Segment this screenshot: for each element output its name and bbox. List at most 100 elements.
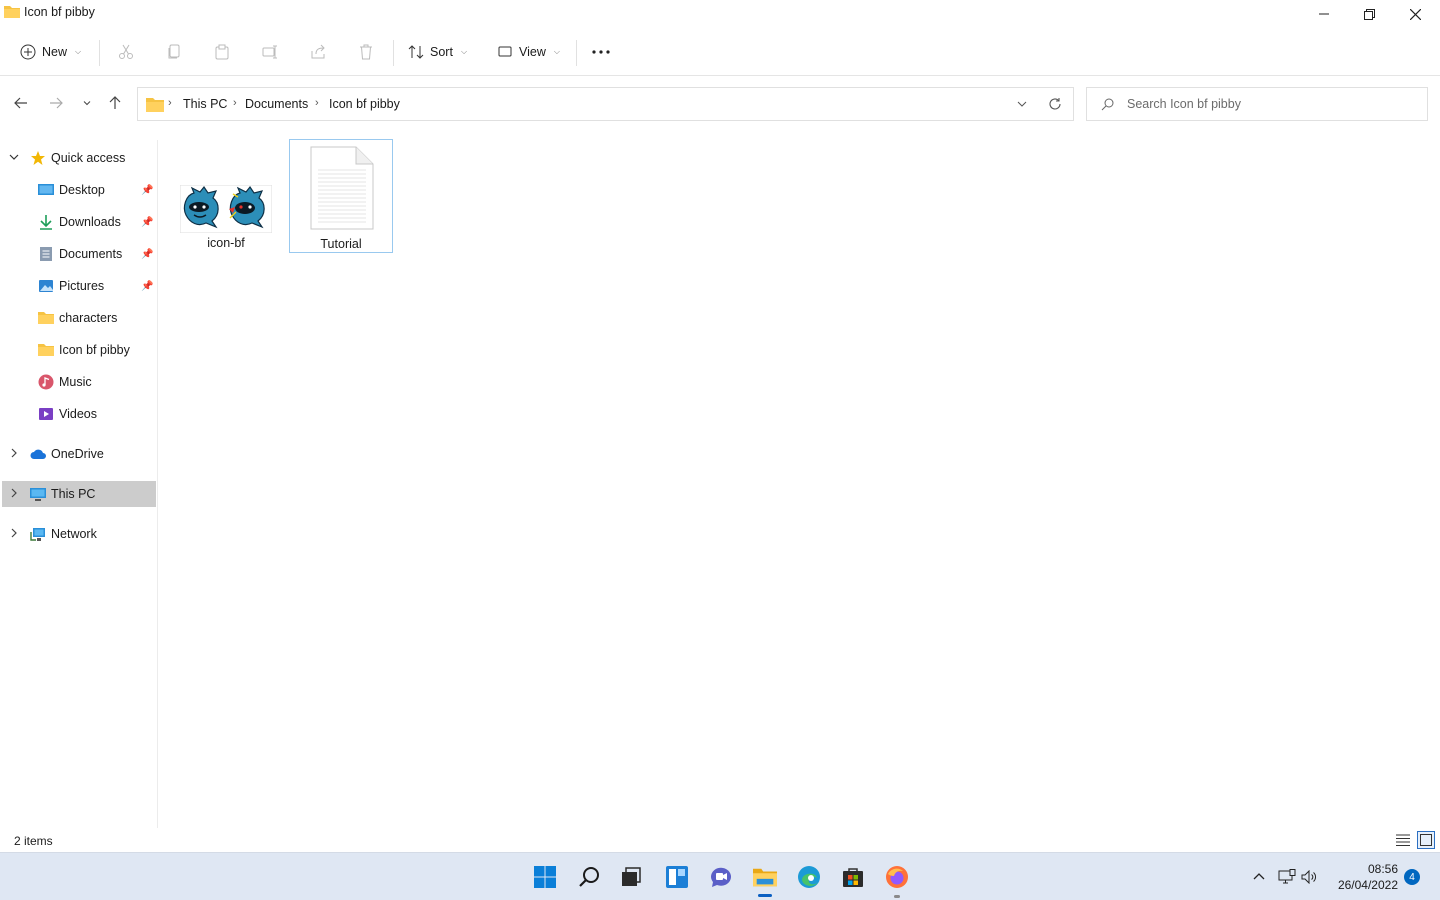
folder-icon [38, 344, 54, 356]
firefox-button[interactable] [885, 865, 909, 889]
more-button[interactable] [589, 40, 613, 64]
paste-button[interactable] [210, 40, 234, 64]
new-label: New [42, 45, 68, 59]
forward-button[interactable] [45, 92, 67, 114]
breadcrumb-this-pc[interactable]: This PC [183, 97, 227, 111]
star-icon [31, 151, 45, 165]
taskbar-search-button[interactable] [577, 865, 601, 889]
widgets-button[interactable] [665, 865, 689, 889]
delete-button[interactable] [354, 40, 378, 64]
command-bar: New ⌵ Sort ⌵ View ⌵ [0, 28, 1440, 76]
copy-icon [168, 44, 180, 59]
view-button[interactable]: View ⌵ [497, 38, 560, 66]
pin-icon[interactable]: 📌 [141, 185, 153, 196]
rename-button[interactable] [258, 40, 282, 64]
navigation-pane: Quick access Desktop 📌 Downloads 📌 Docum… [0, 140, 158, 828]
breadcrumb-current-folder[interactable]: Icon bf pibby [329, 97, 400, 111]
pin-icon[interactable]: 📌 [141, 281, 153, 292]
clock-time: 08:56 [1367, 862, 1398, 876]
close-icon [1409, 8, 1421, 20]
cut-button[interactable] [114, 40, 138, 64]
music-icon [38, 374, 54, 390]
item-count: 2 items [14, 834, 53, 848]
document-icon [40, 247, 52, 261]
view-icon [498, 46, 512, 57]
search-box[interactable]: Search Icon bf pibby [1086, 87, 1428, 121]
window-title: Icon bf pibby [24, 5, 95, 19]
download-icon [40, 215, 52, 230]
sidebar-item-pictures[interactable]: Pictures 📌 [2, 273, 156, 299]
back-button[interactable] [10, 92, 32, 114]
edge-button[interactable] [797, 865, 821, 889]
search-icon [1101, 98, 1114, 111]
refresh-button[interactable] [1048, 97, 1062, 114]
file-name: Tutorial [320, 237, 362, 251]
sidebar-item-videos[interactable]: Videos [2, 401, 156, 427]
chat-button[interactable] [709, 865, 733, 889]
file-explorer-button[interactable] [753, 865, 777, 889]
more-icon [592, 50, 610, 54]
pin-icon[interactable]: 📌 [141, 249, 153, 260]
sidebar-item-icon-bf-pibby[interactable]: Icon bf pibby [2, 337, 156, 363]
breadcrumb-documents[interactable]: Documents [245, 97, 308, 111]
clock[interactable]: 08:56 26/04/2022 [1326, 861, 1398, 893]
chevron-down-icon [83, 101, 91, 106]
start-button[interactable] [533, 865, 557, 889]
large-icons-view-button[interactable] [1417, 831, 1435, 849]
chevron-right-icon[interactable] [9, 528, 21, 541]
show-hidden-icons-button[interactable] [1249, 867, 1269, 887]
widgets-icon [666, 866, 688, 888]
notification-badge[interactable]: 4 [1404, 869, 1420, 885]
breadcrumb-separator: › [233, 97, 237, 109]
volume-button[interactable] [1299, 867, 1319, 887]
up-button[interactable] [104, 92, 126, 114]
file-item-tutorial[interactable]: Tutorial [289, 139, 393, 253]
address-history-button[interactable] [1016, 98, 1028, 113]
image-thumbnail [180, 185, 272, 233]
task-view-icon [622, 867, 641, 886]
new-button[interactable]: New ⌵ [20, 38, 81, 66]
network-icon [30, 528, 45, 541]
restore-button[interactable] [1346, 0, 1392, 28]
sidebar-item-music[interactable]: Music [2, 369, 156, 395]
sidebar-item-documents[interactable]: Documents 📌 [2, 241, 156, 267]
file-item-icon-bf[interactable]: icon-bf [174, 139, 278, 253]
sidebar-item-label: Videos [59, 407, 97, 421]
chevron-down-icon [1017, 101, 1027, 107]
sort-button[interactable]: Sort ⌵ [408, 38, 467, 66]
clock-date: 26/04/2022 [1337, 878, 1398, 892]
copy-button[interactable] [162, 40, 186, 64]
share-button[interactable] [306, 40, 330, 64]
recent-locations-button[interactable] [76, 92, 98, 114]
search-icon [579, 867, 599, 887]
sidebar-item-characters[interactable]: characters [2, 305, 156, 331]
pictures-icon [39, 280, 53, 292]
network-icon [1278, 869, 1296, 884]
sidebar-item-quick-access[interactable]: Quick access [2, 145, 156, 171]
store-button[interactable] [841, 865, 865, 889]
chevron-down-icon[interactable] [9, 152, 21, 165]
minimize-button[interactable] [1301, 0, 1347, 28]
chat-icon [710, 867, 731, 887]
chevron-right-icon[interactable] [9, 448, 21, 461]
close-button[interactable] [1392, 0, 1438, 28]
sidebar-item-desktop[interactable]: Desktop 📌 [2, 177, 156, 203]
active-app-indicator [758, 894, 772, 897]
sidebar-item-downloads[interactable]: Downloads 📌 [2, 209, 156, 235]
network-status-button[interactable] [1277, 867, 1297, 887]
sidebar-item-label: This PC [51, 487, 96, 501]
sidebar-item-label: Downloads [59, 215, 121, 229]
plus-circle-icon [20, 44, 36, 60]
title-bar: Icon bf pibby [0, 0, 1440, 28]
file-explorer-icon [753, 868, 777, 887]
address-bar[interactable]: › This PC › Documents › Icon bf pibby [137, 87, 1074, 121]
details-view-button[interactable] [1394, 831, 1412, 849]
sidebar-item-this-pc[interactable]: This PC [2, 481, 156, 507]
pin-icon[interactable]: 📌 [141, 217, 153, 228]
arrow-up-icon [109, 96, 121, 109]
sidebar-item-network[interactable]: Network [2, 521, 156, 547]
task-view-button[interactable] [619, 865, 643, 889]
sidebar-item-onedrive[interactable]: OneDrive [2, 441, 156, 467]
chevron-right-icon[interactable] [9, 488, 21, 501]
sidebar-item-label: Network [51, 527, 97, 541]
